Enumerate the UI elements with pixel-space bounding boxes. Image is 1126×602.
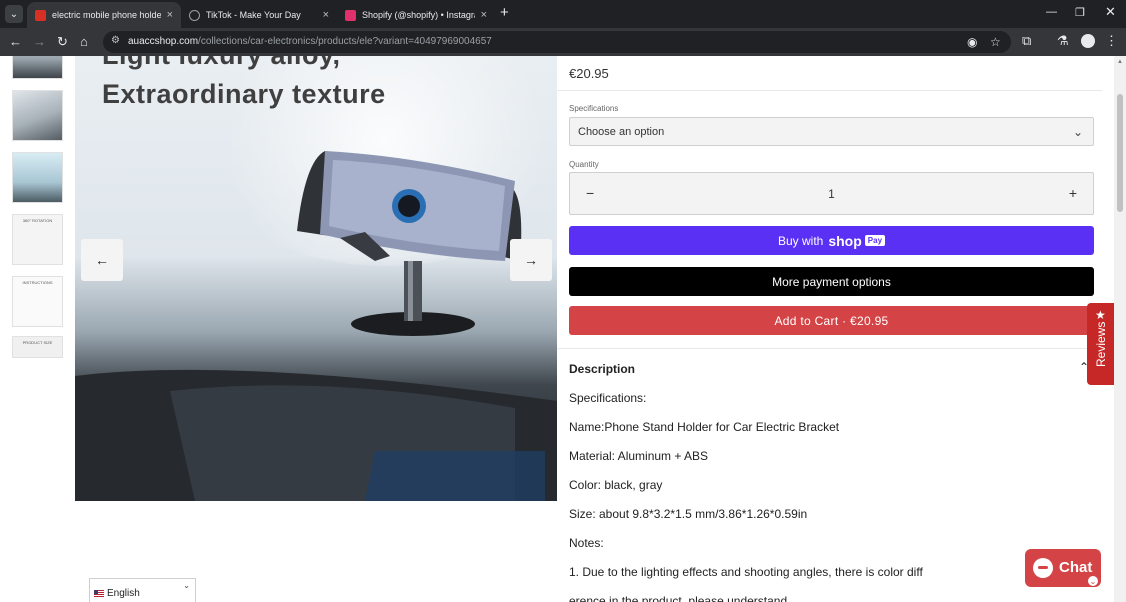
- labs-icon[interactable]: ⚗: [1057, 33, 1069, 49]
- quantity-stepper: − 1 +: [569, 172, 1094, 215]
- thumbnail-rotation[interactable]: 360° ROTATION: [12, 214, 63, 265]
- reviews-label: Reviews: [1094, 321, 1108, 367]
- thumbnail-label: INSTRUCTIONS: [22, 280, 53, 285]
- quantity-value[interactable]: 1: [570, 187, 1093, 201]
- store-favicon-icon: [35, 9, 46, 21]
- new-tab-icon[interactable]: +: [500, 5, 509, 21]
- gallery-next-button[interactable]: →: [510, 239, 552, 281]
- description-line: Material: Aluminum + ABS: [569, 449, 709, 463]
- quantity-label: Quantity: [569, 160, 599, 169]
- tab-electric-holder[interactable]: electric mobile phone holder - / ×: [27, 2, 181, 28]
- shop-pay-prefix: Buy with: [777, 233, 824, 248]
- language-selector[interactable]: English ⌄: [89, 578, 196, 602]
- scrollbar-thumb[interactable]: [1117, 94, 1123, 212]
- us-flag-icon: [94, 590, 104, 597]
- add-to-cart-button[interactable]: Add to Cart · €20.95: [569, 306, 1094, 335]
- instagram-favicon-icon: [345, 9, 356, 21]
- product-price: €20.95: [569, 66, 609, 81]
- home-icon[interactable]: ⌂: [80, 34, 88, 50]
- extensions-icon[interactable]: ⧉: [1022, 33, 1031, 49]
- description-line: Specifications:: [569, 391, 647, 405]
- tiktok-favicon-icon: [189, 9, 200, 21]
- reload-icon[interactable]: ↻: [57, 34, 68, 50]
- chat-bubble-icon: [1033, 558, 1053, 578]
- site-info-icon[interactable]: ⚙: [111, 35, 120, 46]
- forward-icon[interactable]: →: [33, 34, 46, 50]
- restore-icon[interactable]: ❐: [1075, 6, 1085, 19]
- tab-search-icon[interactable]: ⌄: [5, 5, 23, 23]
- chevron-down-icon: ⌄: [183, 581, 190, 590]
- thumbnail-3[interactable]: [12, 152, 63, 203]
- tab-tiktok[interactable]: TikTok - Make Your Day ×: [181, 2, 337, 28]
- star-icon: ★: [1095, 308, 1106, 322]
- address-bar[interactable]: ⚙ auaccshop.com/collections/car-electron…: [103, 31, 1011, 53]
- tab-title: TikTok - Make Your Day: [206, 10, 301, 20]
- pay-badge: Pay: [864, 235, 886, 246]
- increase-quantity-button[interactable]: +: [1069, 185, 1077, 201]
- select-placeholder: Choose an option: [578, 126, 665, 138]
- thumbnail-label: PRODUCT SIZE: [22, 340, 53, 345]
- thumbnail-product-size[interactable]: PRODUCT SIZE: [12, 336, 63, 358]
- description-line: Notes:: [569, 536, 604, 550]
- thumbnail-label: 360° ROTATION: [22, 218, 53, 223]
- divider: [557, 348, 1102, 349]
- divider: [557, 90, 1102, 91]
- product-info-panel: €20.95 Specifications Choose an option ⌄…: [557, 56, 1114, 602]
- browser-toolbar: ← → ↻ ⌂ ⚙ auaccshop.com/collections/car-…: [0, 28, 1126, 56]
- reviews-tab[interactable]: ★ Reviews: [1087, 303, 1116, 385]
- menu-icon[interactable]: ⋮: [1105, 33, 1118, 49]
- description-line: Name:Phone Stand Holder for Car Electric…: [569, 420, 840, 434]
- description-line: Size: about 9.8*3.2*1.5 mm/3.86*1.26*0.5…: [569, 507, 808, 521]
- chevron-down-icon: ⌄: [1072, 125, 1083, 139]
- description-line: Color: black, gray: [569, 478, 663, 492]
- page-scrollbar[interactable]: ▲: [1114, 56, 1126, 602]
- thumbnail-1[interactable]: [12, 56, 63, 79]
- more-payment-options-button[interactable]: More payment options: [569, 267, 1094, 296]
- thumbnail-2[interactable]: [12, 90, 63, 141]
- chat-close-icon[interactable]: ⌄: [1087, 575, 1099, 587]
- close-icon[interactable]: ×: [167, 9, 173, 21]
- scroll-up-icon[interactable]: ▲: [1117, 59, 1123, 65]
- tab-instagram[interactable]: Shopify (@shopify) • Instagram ×: [337, 2, 495, 28]
- main-product-image: Light luxury alloy, Extraordinary textur…: [75, 56, 557, 501]
- description-title[interactable]: Description: [569, 362, 635, 376]
- close-window-icon[interactable]: ✕: [1105, 4, 1116, 20]
- phone-holder-illustration: [75, 151, 557, 501]
- tab-title: Shopify (@shopify) • Instagram: [362, 10, 475, 20]
- tab-title: electric mobile phone holder - /: [52, 10, 161, 20]
- gallery-prev-button[interactable]: ←: [81, 239, 123, 281]
- description-line: erence in the product, please understand…: [569, 594, 791, 602]
- shop-pay-button[interactable]: Buy with shop Pay: [569, 226, 1094, 255]
- description-line: 1. Due to the lighting effects and shoot…: [569, 565, 923, 579]
- thumbnail-instructions[interactable]: INSTRUCTIONS: [12, 276, 63, 327]
- language-label: English: [107, 588, 140, 599]
- eye-off-icon[interactable]: ◉: [967, 35, 977, 49]
- specifications-label: Specifications: [569, 104, 619, 113]
- close-icon[interactable]: ×: [481, 9, 487, 21]
- close-icon[interactable]: ×: [323, 9, 329, 21]
- tab-strip: ⌄ electric mobile phone holder - / × Tik…: [0, 0, 1126, 28]
- url-text: auaccshop.com/collections/car-electronic…: [128, 36, 492, 47]
- bookmark-star-icon[interactable]: ☆: [990, 35, 1001, 49]
- profile-avatar-icon[interactable]: [1081, 34, 1095, 48]
- back-icon[interactable]: ←: [9, 34, 22, 50]
- specifications-select[interactable]: Choose an option ⌄: [569, 117, 1094, 146]
- shop-logo: shop: [828, 232, 862, 249]
- product-page: 360° ROTATION INSTRUCTIONS PRODUCT SIZE …: [0, 56, 1126, 602]
- minimize-icon[interactable]: —: [1046, 6, 1057, 18]
- chat-label: Chat: [1059, 559, 1093, 576]
